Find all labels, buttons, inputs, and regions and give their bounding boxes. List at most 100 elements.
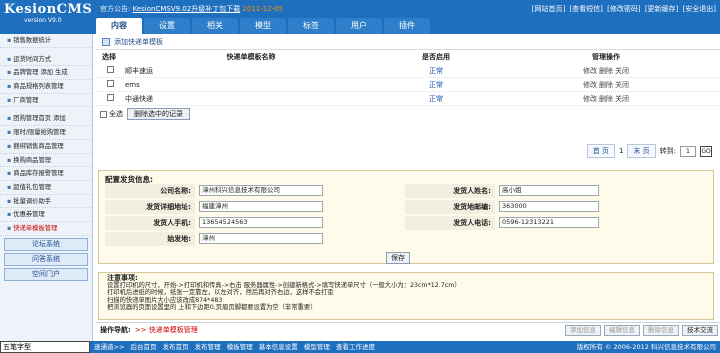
quick-link[interactable]: 模型管理 (304, 343, 330, 351)
last-page-button[interactable]: 末 页 (627, 144, 656, 158)
row-checkbox[interactable] (107, 94, 114, 101)
template-name: 顺丰速运 (125, 66, 153, 75)
nav-label: 操作导航: (100, 326, 131, 334)
tab-content[interactable]: 内容 (96, 18, 142, 34)
quick-link[interactable]: 模板管理 (227, 343, 253, 351)
delete-info-button[interactable]: 删除信息 (643, 325, 679, 336)
sidebar-item-gift-packs[interactable]: 超值礼包管理 (0, 181, 92, 195)
home-link[interactable]: [网站首页] (532, 5, 565, 13)
mobile-field[interactable]: 13654524563 (199, 217, 323, 228)
main-tabs: 内容 设置 相关 模型 标签 用户 插件 (96, 18, 432, 34)
table-row: 中通快递 正常 修改 删除 关闭 (96, 92, 720, 106)
quick-link[interactable]: 发布首页 (163, 343, 189, 351)
phone-field[interactable]: 0596-12313221 (499, 217, 599, 228)
col-name: 快递单模板名称 (226, 53, 276, 61)
company-label: 公司名称: (105, 184, 195, 198)
add-template-link[interactable]: 添加快递单模板 (114, 37, 163, 47)
tab-users[interactable]: 用户 (336, 18, 382, 34)
quick-link: 速通道>> (94, 343, 125, 351)
quick-link[interactable]: 查看工作进度 (336, 343, 375, 351)
add-info-button[interactable]: 添加信息 (565, 325, 601, 336)
company-field[interactable]: 漳州科兴信息技术有限公司 (199, 185, 323, 196)
tab-settings[interactable]: 设置 (144, 18, 190, 34)
tab-plugins[interactable]: 插件 (384, 18, 430, 34)
close-link[interactable]: 关闭 (615, 95, 629, 103)
address-label: 发货详细地址: (105, 200, 195, 214)
tab-tags[interactable]: 标签 (288, 18, 334, 34)
bulk-actions: 全选 删除选中的记录 (96, 106, 720, 122)
close-link[interactable]: 关闭 (615, 81, 629, 89)
row-checkbox[interactable] (107, 80, 114, 87)
zip-label: 发货地邮编: (405, 200, 495, 214)
notice-link[interactable]: KesionCMSV9.02升级补丁包下载 (133, 5, 241, 13)
sidebar-item-manufacturers[interactable]: 厂商管理 (0, 94, 92, 108)
add-template-bar: 添加快递单模板 (96, 34, 720, 50)
sidebar-item-stock-alert[interactable]: 商品库存报警管理 (0, 167, 92, 181)
sidebar-item-bundles[interactable]: 捆绑销售商品管理 (0, 140, 92, 154)
edit-info-button[interactable]: 编辑信息 (604, 325, 640, 336)
first-page-button[interactable]: 首 页 (586, 144, 615, 158)
sidebar-item-exchange[interactable]: 换购商品管理 (0, 154, 92, 168)
save-button[interactable]: 保存 (386, 252, 410, 264)
quick-links: 速通道>> 后台首页 发布首页 发布管理 模板管理 基本信息设置 模型管理 查看… (94, 341, 379, 353)
tab-models[interactable]: 模型 (240, 18, 286, 34)
origin-field[interactable]: 漳州 (199, 233, 323, 244)
table-row: ems 正常 修改 删除 关闭 (96, 78, 720, 92)
space-portal-button[interactable]: 空间门户 (4, 267, 88, 281)
refresh-cache-link[interactable]: [更新缓存] (645, 5, 678, 13)
top-links: [网站首页] [查看短信] [修改密码] [更新缓存] [安全退出] (530, 4, 716, 14)
sidebar-item-spec-list[interactable]: 商品规格列表管理 (0, 80, 92, 94)
logout-link[interactable]: [安全退出] (683, 5, 716, 13)
logo: KesionCMS version V9.0 (4, 2, 94, 32)
delete-link[interactable]: 删除 (599, 81, 613, 89)
select-all-checkbox[interactable] (100, 110, 107, 118)
tab-related[interactable]: 相关 (192, 18, 238, 34)
row-checkbox[interactable] (107, 66, 114, 73)
tech-support-button[interactable]: 技术交流 (682, 325, 718, 336)
sender-field[interactable]: 高小姐 (499, 185, 599, 196)
ime-indicator: 五笔字型 (0, 341, 90, 353)
notice-bar: 官方公告: KesionCMSV9.02升级补丁包下载 2011-12-05 (100, 4, 283, 14)
forum-system-button[interactable]: 论坛系统 (4, 237, 88, 251)
sidebar-item-flash-sale[interactable]: 限时/限量抢购管理 (0, 126, 92, 140)
status-text: 正常 (429, 94, 443, 103)
select-all-label: 全选 (109, 110, 123, 118)
delete-selected-button[interactable]: 删除选中的记录 (127, 108, 190, 120)
add-icon (102, 37, 110, 46)
qa-system-button[interactable]: 问答系统 (4, 252, 88, 266)
pager: 首 页 1 末 页 转到: 1 GO (586, 144, 712, 158)
sidebar-item-sales-stats[interactable]: 销售数据统计 (0, 34, 92, 48)
note-line: 扫描的快递单图片大小应该改成874*483 (107, 296, 223, 304)
quick-link[interactable]: 后台首页 (130, 343, 156, 351)
sidebar-item-price-tool[interactable]: 批量调价助手 (0, 195, 92, 209)
sidebar-item-shipping-time[interactable]: 运货时间方式 (0, 53, 92, 67)
delete-link[interactable]: 删除 (599, 95, 613, 103)
sidebar-item-brands[interactable]: 品牌管理 添加 生成 (0, 66, 92, 81)
main-panel: 添加快递单模板 选择 快递单模板名称 是否启用 管理操作 顺丰速运 正常 修改删… (96, 34, 720, 343)
current-page: 1 (618, 147, 624, 155)
quick-link[interactable]: 基本信息设置 (259, 343, 298, 351)
go-button[interactable]: GO (700, 145, 712, 157)
edit-link[interactable]: 修改 (583, 81, 597, 89)
page-number-input[interactable]: 1 (680, 145, 696, 157)
change-password-link[interactable]: [修改密码] (607, 5, 640, 13)
copyright: 版权所有 © 2006-2012 科兴信息技术有限公司 (576, 343, 716, 351)
close-link[interactable]: 关闭 (615, 67, 629, 75)
table-header: 选择 快递单模板名称 是否启用 管理操作 (96, 50, 720, 64)
address-field[interactable]: 福建漳州 (199, 201, 323, 212)
sidebar-item-group-buy[interactable]: 团购管理首页 添加 (0, 112, 92, 127)
sidebar: 销售数据统计 运货时间方式 品牌管理 添加 生成 商品规格列表管理 厂商管理 团… (0, 34, 93, 343)
zip-field[interactable]: 363000 (499, 201, 599, 212)
col-select: 选择 (102, 53, 116, 61)
phone-label: 发货人电话: (405, 216, 495, 230)
edit-link[interactable]: 修改 (583, 67, 597, 75)
col-actions: 管理操作 (592, 53, 620, 61)
footer-bar: 五笔字型 速通道>> 后台首页 发布首页 发布管理 模板管理 基本信息设置 模型… (0, 341, 720, 353)
sidebar-item-waybill-templates[interactable]: 快递单模板管理 (0, 222, 92, 236)
delete-link[interactable]: 删除 (599, 67, 613, 75)
messages-link[interactable]: [查看短信] (569, 5, 602, 13)
shipping-config-panel: 配置发货信息: 公司名称: 漳州科兴信息技术有限公司 发货人姓名: 高小姐 发货… (98, 170, 714, 264)
quick-link[interactable]: 发布管理 (195, 343, 221, 351)
sidebar-item-coupons[interactable]: 优惠券管理 (0, 208, 92, 222)
edit-link[interactable]: 修改 (583, 95, 597, 103)
